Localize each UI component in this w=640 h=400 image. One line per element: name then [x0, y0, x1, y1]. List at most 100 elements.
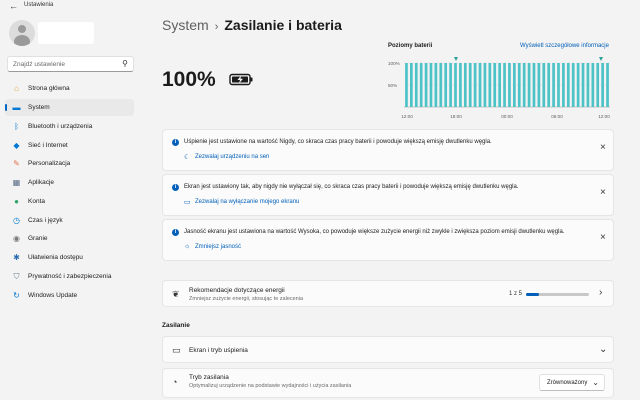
battery-level-bar [405, 63, 408, 107]
battery-levels-chart: 100% 50% 12:00 18:00 00:00 06:00 12:00 [388, 57, 610, 119]
battery-level-bar [537, 63, 541, 107]
battery-level-bar [454, 63, 457, 107]
sidebar-item-label: Windows Update [28, 292, 78, 299]
sidebar-item-personalizacja[interactable]: ✎ Personalizacja [5, 155, 134, 172]
battery-level-bar [419, 63, 423, 107]
y-tick-label: 100% [388, 61, 400, 66]
search-input[interactable]: Znajdź ustawienie ⚲ [7, 56, 134, 72]
battery-level-bar [508, 63, 511, 107]
leaf-icon: ❦ [172, 289, 180, 299]
chevron-down-icon[interactable]: ⌄ [599, 345, 607, 355]
battery-level-bar [434, 63, 438, 107]
battery-charging-icon [229, 73, 253, 86]
chevron-down-icon: ⌄ [592, 378, 599, 387]
sidebar-item-label: System [28, 104, 50, 111]
power-mode-value: Zrównoważony [547, 380, 588, 386]
search-icon[interactable]: ⚲ [122, 59, 128, 68]
sidebar-item-system[interactable]: ▬ System [5, 99, 134, 116]
close-icon[interactable]: × [600, 233, 606, 243]
recommendations-subtitle: Zmniejsz zużycie energii, stosując te za… [189, 296, 304, 302]
battery-level-bar [552, 63, 555, 107]
search-placeholder: Znajdź ustawienie [13, 61, 66, 68]
battery-level-bar [498, 63, 501, 107]
detailed-info-link[interactable]: Wyświetl szczegółowe informacje [520, 43, 609, 49]
battery-levels-title: Poziomy baterii [388, 43, 433, 49]
battery-level-bar [493, 63, 497, 107]
notice-link[interactable]: Zezwalaj urządzeniu na sen [195, 154, 269, 160]
power-mode-icon: ◔ [172, 377, 178, 387]
battery-level-bar [449, 63, 452, 107]
back-arrow-icon[interactable]: ← [9, 1, 18, 11]
battery-level-bar [601, 63, 604, 107]
battery-level-bar [566, 63, 570, 107]
energy-recommendations-card[interactable]: ❦ Rekomendacje dotyczące energii Zmniejs… [162, 280, 614, 307]
battery-level-bar [606, 63, 609, 107]
sidebar-item-label: Ułatwienia dostępu [28, 254, 83, 261]
battery-level-bar [562, 63, 565, 107]
x-tick-label: 18:00 [450, 114, 462, 119]
power-section-title: Zasilanie [162, 322, 190, 329]
battery-percentage: 100% [162, 68, 216, 91]
battery-level-bar [513, 63, 516, 107]
battery-level-bar [478, 63, 482, 107]
sidebar-item-bluetooth-i-urządzenia[interactable]: ᛒ Bluetooth i urządzenia [5, 118, 134, 135]
y-tick-label: 50% [388, 83, 397, 88]
breadcrumb-root[interactable]: System [162, 17, 209, 33]
info-notice-card: i Ekran jest ustawiony tak, aby nigdy nie… [162, 174, 614, 216]
close-icon[interactable]: × [600, 188, 606, 198]
sidebar-item-label: Aplikacje [28, 179, 55, 186]
screen-sleep-row[interactable]: ▭ Ekran i tryb uśpienia ⌄ [162, 336, 614, 363]
info-notice-card: i Uśpienie jest ustawione na wartość Nigd… [162, 129, 614, 171]
recommendations-progress-fill [526, 293, 539, 296]
battery-level-bar [576, 63, 580, 107]
sidebar-item-label: Czas i język [28, 217, 63, 224]
notice-link[interactable]: Zezwalaj na wyłączanie mojego ekranu [195, 199, 299, 205]
sidebar-item-strona-główna[interactable]: ⌂ Strona główna [5, 80, 134, 97]
battery-level-bar [571, 63, 575, 107]
info-icon: i [172, 229, 179, 236]
notice-link[interactable]: Zmniejsz jasność [195, 244, 241, 250]
sidebar-item-granie[interactable]: ◉ Granie [5, 230, 134, 247]
plug-in-marker [599, 57, 603, 61]
close-icon[interactable]: × [600, 143, 606, 153]
breadcrumb: System › Zasilanie i bateria [162, 17, 342, 33]
sidebar-item-ułatwienia-dostępu[interactable]: ✱ Ułatwienia dostępu [5, 249, 134, 266]
x-tick-label: 12:00 [598, 114, 610, 119]
sidebar-item-label: Sieć i Internet [28, 142, 68, 149]
screen-sleep-icon: ▭ [172, 345, 181, 355]
info-notice-card: i Jasność ekranu jest ustawiona na wartoś… [162, 219, 614, 261]
avatar[interactable] [9, 20, 35, 46]
battery-level-bar [463, 63, 467, 107]
apps-icon: ▦ [12, 178, 21, 187]
user-name-box[interactable] [38, 22, 94, 44]
sidebar-item-sieć-i-internet[interactable]: ◆ Sieć i Internet [5, 137, 134, 154]
moon-icon: ☾ [184, 154, 191, 161]
battery-level-bar [429, 63, 433, 107]
chevron-right-icon[interactable]: › [599, 288, 602, 298]
gamepad-icon: ◉ [13, 234, 20, 243]
battery-level-bar [473, 63, 477, 107]
sidebar-item-label: Prywatność i zabezpieczenia [28, 273, 112, 280]
battery-level-bar [483, 63, 487, 107]
sidebar-item-konta[interactable]: ● Konta [5, 193, 134, 210]
update-icon: ↻ [13, 291, 20, 300]
battery-level-bar [439, 63, 443, 107]
battery-level-bar [591, 63, 595, 107]
account-icon: ● [14, 197, 19, 206]
system-icon: ▬ [12, 103, 21, 112]
battery-level-bar [414, 63, 418, 107]
brush-icon: ✎ [13, 159, 20, 168]
power-mode-select[interactable]: Zrównoważony ⌄ [539, 374, 605, 391]
sidebar-item-prywatność-i-zabezpieczenia[interactable]: ⛉ Prywatność i zabezpieczenia [5, 268, 134, 285]
battery-level-bar [459, 63, 462, 107]
battery-level-bar [547, 63, 551, 107]
clock-globe-icon: ◷ [13, 216, 20, 225]
battery-level-bar [586, 63, 590, 107]
sidebar-item-aplikacje[interactable]: ▦ Aplikacje [5, 174, 134, 191]
app-title: Ustawienia [24, 2, 54, 8]
sidebar-item-label: Konta [28, 198, 45, 205]
battery-level-bar [444, 63, 448, 107]
battery-level-bar [532, 63, 536, 107]
sidebar-item-czas-i-język[interactable]: ◷ Czas i język [5, 212, 134, 229]
sidebar-item-windows-update[interactable]: ↻ Windows Update [5, 287, 134, 304]
